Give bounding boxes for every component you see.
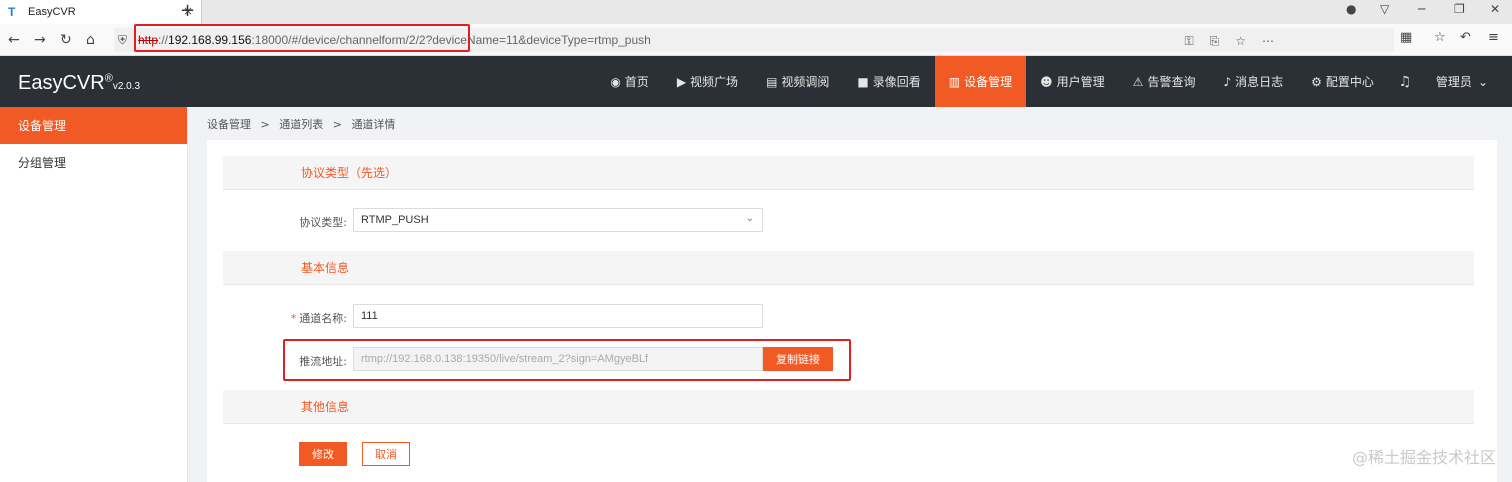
key-icon[interactable]: ⚿ <box>1184 34 1193 49</box>
apps-grid-icon[interactable]: ▦ <box>1400 30 1412 45</box>
bookmark-star-icon[interactable]: ☆ <box>1235 34 1246 49</box>
nav-label: 视频广场 <box>690 75 739 89</box>
back-icon[interactable]: ← <box>8 30 20 50</box>
favorites-icon[interactable]: ☆ <box>1434 30 1446 45</box>
push-url-input: rtmp://192.168.0.138:19350/live/stream_2… <box>353 347 763 371</box>
section-other-title: 其他信息 <box>223 390 1474 424</box>
section-protocol-title: 协议类型（先选） <box>223 156 1474 190</box>
nav-config-center[interactable]: ⚙ 配置中心 <box>1297 56 1388 107</box>
nav-label: 用户管理 <box>1056 75 1105 89</box>
main-nav: ◉ 首页 ▶ 视频广场 ▤ 视频调阅 ■ 录像回看 ▥ 设备管理 ☻ 用户管理 ⚠ 告警查询 … <box>596 56 1512 107</box>
nav-playback[interactable]: ■ 录像回看 <box>843 56 934 107</box>
breadcrumb-separator: > <box>332 118 342 131</box>
nav-label: 消息日志 <box>1235 75 1284 89</box>
sidebar-item-device-management[interactable]: 设备管理 <box>0 107 187 144</box>
push-url-label: 推流地址: <box>299 355 347 368</box>
protocol-type-select[interactable]: RTMP_PUSH ⌄ <box>353 208 763 232</box>
home-icon[interactable]: ⌂ <box>86 30 95 50</box>
bell-icon: ♪ <box>1223 74 1232 89</box>
site-logo-icon: T <box>8 5 16 19</box>
alarm-icon: ⚠ <box>1132 74 1144 89</box>
nav-message-log[interactable]: ♪ 消息日志 <box>1209 56 1297 107</box>
more-icon[interactable]: ⋯ <box>1262 34 1274 49</box>
app-logo[interactable]: EasyCVR®v2.0.3 <box>18 72 140 95</box>
undo-icon[interactable]: ↶ <box>1460 30 1471 45</box>
nav-home[interactable]: ◉ 首页 <box>596 56 663 107</box>
close-window-icon[interactable]: ✕ <box>1490 2 1500 16</box>
nav-label: 配置中心 <box>1325 75 1374 89</box>
browser-tab-bar: T EasyCVR × + ● ▽ ─ ❐ ✕ <box>0 0 1512 24</box>
account-icon[interactable]: ● <box>1346 2 1356 16</box>
nav-label: 首页 <box>624 75 649 89</box>
reload-icon[interactable]: ↻ <box>60 30 72 50</box>
nav-user-management[interactable]: ☻ 用户管理 <box>1026 56 1119 107</box>
forward-icon[interactable]: → <box>34 30 46 50</box>
nav-label: 告警查询 <box>1147 75 1196 89</box>
menu-icon[interactable]: ≡ <box>1488 30 1499 45</box>
watermark: @稀土掘金技术社区 <box>1351 448 1496 467</box>
app-header: EasyCVR®v2.0.3 ◉ 首页 ▶ 视频广场 ▤ 视频调阅 ■ 录像回看 ▥ 设备… <box>0 56 1512 107</box>
user-menu[interactable]: 管理员 ⌄ <box>1422 56 1512 107</box>
browser-tab[interactable]: T EasyCVR × <box>0 0 202 24</box>
restore-icon[interactable]: ❐ <box>1454 2 1465 16</box>
user-icon: ☻ <box>1040 74 1053 89</box>
notification-bell-icon[interactable]: ♫ <box>1388 56 1422 107</box>
logo-text: EasyCVR <box>18 72 105 94</box>
sidebar-item-group-management[interactable]: 分组管理 <box>0 144 187 181</box>
play-icon: ▶ <box>676 74 687 89</box>
sidebar: 设备管理 分组管理 <box>0 107 188 482</box>
channel-name-label-text: 通道名称: <box>299 312 347 325</box>
security-shield-icon[interactable]: ⛨ <box>118 33 127 48</box>
minimize-icon[interactable]: ─ <box>1418 2 1425 16</box>
section-basic-title: 基本信息 <box>223 251 1474 285</box>
user-name: 管理员 <box>1435 75 1472 89</box>
channel-name-input[interactable]: 111 <box>353 304 763 328</box>
logo-registered-mark: ® <box>104 72 113 85</box>
device-icon: ▥ <box>948 74 961 89</box>
breadcrumb-channel-detail: 通道详情 <box>351 118 396 131</box>
nav-video-square[interactable]: ▶ 视频广场 <box>663 56 752 107</box>
new-tab-button[interactable]: + <box>180 1 195 21</box>
dashboard-icon: ◉ <box>610 74 621 89</box>
cancel-button[interactable]: 取消 <box>362 442 410 466</box>
nav-video-review[interactable]: ▤ 视频调阅 <box>752 56 843 107</box>
nav-alarm-query[interactable]: ⚠ 告警查询 <box>1119 56 1210 107</box>
translate-icon[interactable]: ⎘ <box>1210 34 1220 49</box>
breadcrumb-separator: > <box>260 118 270 131</box>
channel-name-label: * 通道名称: <box>207 310 347 326</box>
required-mark: * <box>290 312 297 325</box>
nav-device-management[interactable]: ▥ 设备管理 <box>934 56 1027 107</box>
tab-title: EasyCVR <box>28 6 76 18</box>
copy-link-button[interactable]: 复制链接 <box>763 347 833 371</box>
nav-label: 录像回看 <box>872 75 921 89</box>
chevron-down-icon: ⌄ <box>745 213 754 224</box>
gear-icon: ⚙ <box>1311 74 1322 89</box>
protocol-type-value: RTMP_PUSH <box>361 214 429 226</box>
nav-label: 视频调阅 <box>781 75 830 89</box>
breadcrumb-device-management[interactable]: 设备管理 <box>207 118 251 131</box>
app-version: v2.0.3 <box>112 81 141 92</box>
chevron-down-icon: ⌄ <box>1477 74 1488 89</box>
channel-form-panel: 协议类型（先选） 协议类型: RTMP_PUSH ⌄ 基本信息 * 通道名称: 1… <box>207 140 1497 482</box>
browser-toolbar: ← → ↻ ⌂ ⛨ http :// 192.168.99.156 :18000… <box>0 24 1512 56</box>
grid-icon: ▤ <box>766 74 778 89</box>
camera-icon: ■ <box>857 74 869 89</box>
save-button[interactable]: 修改 <box>299 442 347 466</box>
url-highlight-box <box>134 24 470 52</box>
nav-label: 设备管理 <box>964 75 1013 89</box>
breadcrumb: 设备管理 > 通道列表 > 通道详情 <box>207 116 395 132</box>
protocol-type-label: 协议类型: <box>299 216 347 229</box>
extensions-icon[interactable]: ▽ <box>1380 2 1389 16</box>
breadcrumb-channel-list[interactable]: 通道列表 <box>279 118 323 131</box>
